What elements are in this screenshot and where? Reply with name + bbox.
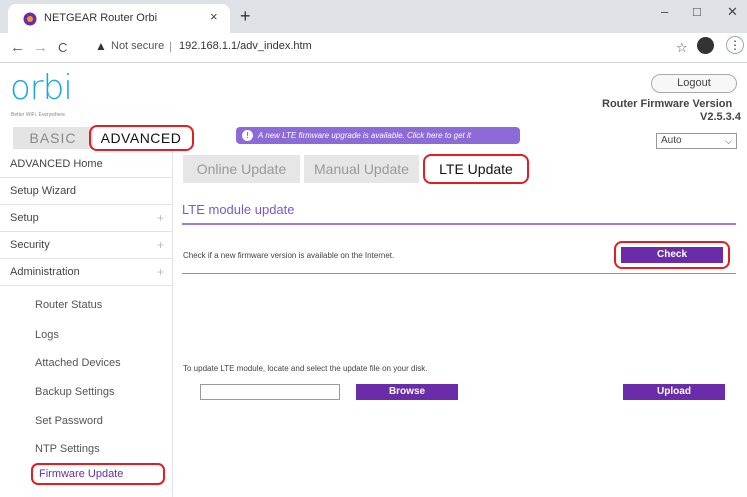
sidebar-item-label: Setup [10,212,39,224]
highlight-advanced [89,125,194,151]
section-divider [182,273,736,274]
tab-basic[interactable]: BASIC [13,127,93,149]
highlight-lte-update [423,154,529,184]
upload-button[interactable]: Upload [623,384,725,400]
sidebar-subitem-attached-devices[interactable]: Attached Devices [35,357,121,369]
sidebar-subitem-logs[interactable]: Logs [35,329,59,341]
maximize-icon[interactable]: □ [693,4,701,19]
tab-manual-update[interactable]: Manual Update [304,155,419,183]
tab-close-icon[interactable]: × [210,9,218,24]
sidebar-item-label: Administration [10,266,80,278]
firmware-version-label: Router Firmware Version [602,98,733,110]
router-page: orbi Better WiFi. Everywhere. Logout Rou… [0,63,747,497]
sidebar: ADVANCED Home Setup Wizard Setup + Secur… [0,151,172,497]
language-select[interactable]: Auto ⌵ [656,133,737,149]
browser-tab[interactable]: NETGEAR Router Orbi × [8,4,230,33]
sidebar-item-label: Setup Wizard [10,185,77,197]
profile-icon[interactable] [697,37,714,54]
address-separator: | [169,39,173,53]
sidebar-item-label: ADVANCED Home [10,158,103,170]
sidebar-item-administration[interactable]: Administration + [0,259,172,286]
content-panel: Online Update Manual Update LTE Update L… [172,151,747,497]
url-text[interactable]: 192.168.1.1/adv_index.htm [179,40,312,52]
browser-chrome: NETGEAR Router Orbi × + – □ ✕ ← → C ▲ No… [0,0,747,63]
logout-button[interactable]: Logout [651,74,737,93]
firmware-version-value: V2.5.3.4 [700,111,741,123]
reload-icon[interactable]: C [58,40,67,55]
expand-plus-icon[interactable]: + [157,205,164,231]
sidebar-item-advanced-home[interactable]: ADVANCED Home [0,151,172,178]
back-icon[interactable]: ← [10,39,25,56]
warning-icon: ▲ [95,39,107,53]
window-close-icon[interactable]: ✕ [727,4,738,20]
new-tab-icon[interactable]: + [240,7,251,25]
browser-menu-icon[interactable]: ⋮ [726,36,744,54]
banner-text: A new LTE firmware upgrade is available.… [258,131,471,140]
sidebar-item-setup-wizard[interactable]: Setup Wizard [0,178,172,205]
file-path-input[interactable] [200,384,340,400]
language-value: Auto [661,135,682,146]
forward-icon[interactable]: → [33,39,48,56]
sidebar-subitem-set-password[interactable]: Set Password [35,415,103,427]
orbi-logo: orbi [10,68,73,108]
logo-tagline: Better WiFi. Everywhere. [11,112,67,118]
highlight-firmware-update [31,463,165,485]
highlight-check [614,241,730,269]
expand-plus-icon[interactable]: + [157,232,164,258]
info-icon: ! [242,130,253,141]
address-bar[interactable]: ▲ Not secure | 192.168.1.1/adv_index.htm [95,37,665,59]
tab-online-update[interactable]: Online Update [183,155,300,183]
sidebar-item-label: Security [10,239,50,251]
not-secure-label: Not secure [111,40,165,52]
expand-plus-icon[interactable]: + [157,259,164,285]
update-instruction: To update LTE module, locate and select … [183,364,428,373]
chevron-down-icon: ⌵ [725,136,732,146]
browser-toolbar: ← → C ▲ Not secure | 192.168.1.1/adv_ind… [0,33,747,63]
sidebar-subitem-backup-settings[interactable]: Backup Settings [35,386,115,398]
sidebar-item-security[interactable]: Security + [0,232,172,259]
section-rule [182,223,736,225]
tab-strip: NETGEAR Router Orbi × + – □ ✕ [0,0,747,33]
netgear-favicon-icon [23,12,37,26]
bookmark-star-icon[interactable]: ☆ [676,40,688,56]
browse-button[interactable]: Browse [356,384,458,400]
firmware-available-banner[interactable]: ! A new LTE firmware upgrade is availabl… [236,127,520,144]
sidebar-subitem-router-status[interactable]: Router Status [35,299,102,311]
check-instruction: Check if a new firmware version is avail… [183,251,395,260]
minimize-icon[interactable]: – [661,4,668,19]
sidebar-subitem-ntp-settings[interactable]: NTP Settings [35,443,100,455]
section-title: LTE module update [182,202,295,217]
sidebar-item-setup[interactable]: Setup + [0,205,172,232]
tab-title: NETGEAR Router Orbi [44,12,158,24]
